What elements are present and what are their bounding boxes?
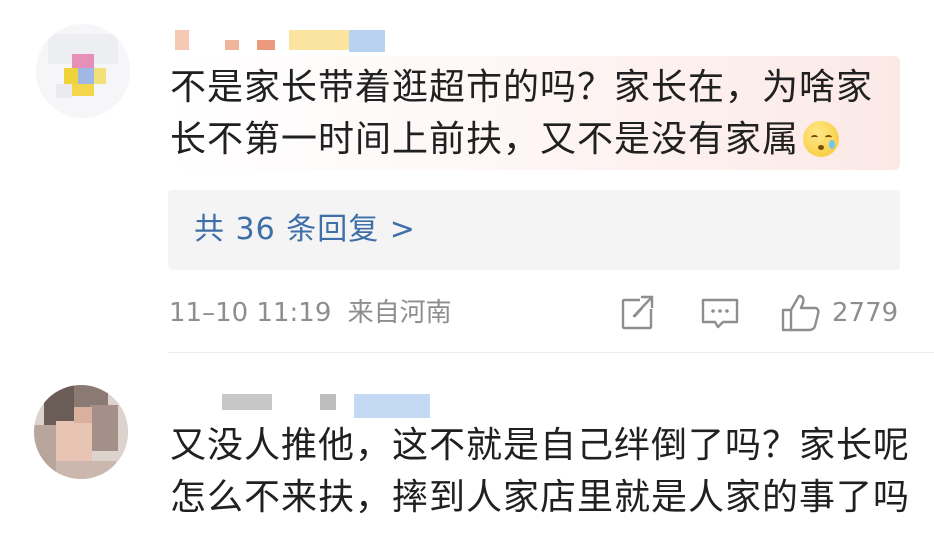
divider	[168, 352, 934, 353]
comment-location: 来自河南	[347, 298, 452, 328]
comment-text-line: 怎么不来扶，摔到人家店里就是人家的事了吗	[170, 477, 911, 518]
comment-text: 又没人推他，这不就是自己绊倒了吗？家长呢 怎么不来扶，摔到人家店里就是人家的事了…	[170, 420, 910, 524]
username-blurred[interactable]	[175, 30, 385, 52]
avatar[interactable]	[36, 24, 130, 118]
thumbs-up-icon[interactable]	[780, 292, 822, 338]
comment-meta: 11–10 11:19 来自河南	[169, 296, 452, 330]
view-replies-button[interactable]: 共 36 条回复 >	[168, 190, 900, 270]
comment-text-line: 长不第一时间上前扶，又不是没有家属	[170, 119, 800, 160]
comment-text-line: 又没人推他，这不就是自己绊倒了吗？家长呢	[170, 425, 911, 466]
comment-icon[interactable]	[700, 292, 740, 336]
username-blurred[interactable]	[222, 394, 432, 418]
comment-text-line: 不是家长带着逛超市的吗？家长在，为啥家	[170, 67, 874, 108]
like-count: 2779	[832, 298, 899, 328]
share-icon[interactable]	[620, 292, 656, 336]
comment-text: 不是家长带着逛超市的吗？家长在，为啥家 长不第一时间上前扶，又不是没有家属	[170, 62, 910, 166]
comment-item: 又没人推他，这不就是自己绊倒了吗？家长呢 怎么不来扶，摔到人家店里就是人家的事了…	[0, 360, 934, 545]
comment-time: 11–10 11:19	[169, 298, 332, 328]
sweat-face-emoji	[803, 121, 840, 157]
comment-item: 不是家长带着逛超市的吗？家长在，为啥家 长不第一时间上前扶，又不是没有家属 共 …	[0, 0, 934, 360]
replies-label: 共 36 条回复 >	[194, 212, 416, 247]
avatar[interactable]	[34, 385, 128, 479]
